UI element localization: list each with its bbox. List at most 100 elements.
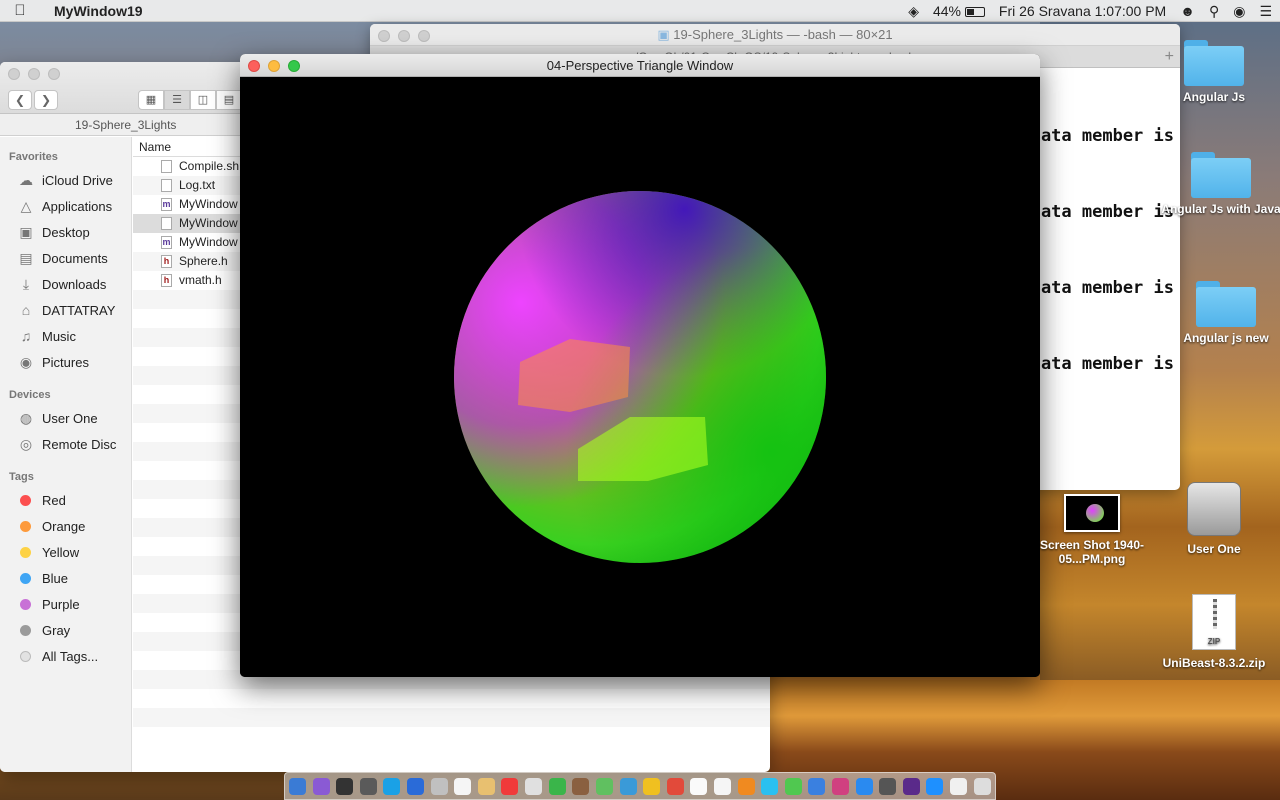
column-view-button[interactable]: ◫ [190, 90, 216, 110]
terminal-minimize-button[interactable] [398, 30, 410, 42]
sidebar-tag-all[interactable]: All Tags... [0, 643, 131, 669]
finder-zoom-button[interactable] [48, 68, 60, 80]
dock-app-icon[interactable] [595, 777, 613, 795]
sidebar-item-icloud-drive[interactable]: ☁ iCloud Drive [0, 167, 131, 193]
dock-app-icon[interactable] [312, 777, 330, 795]
dock-app-icon[interactable] [454, 777, 472, 795]
battery-percent: 44% [932, 3, 962, 19]
sidebar-tag-blue[interactable]: Blue [0, 565, 131, 591]
dock-app-icon[interactable] [477, 777, 495, 795]
terminal-line: data member is [1030, 126, 1174, 146]
dock-app-icon[interactable] [407, 777, 425, 795]
dock-app-icon[interactable] [548, 777, 566, 795]
siri-icon[interactable]: ◉ [1233, 3, 1245, 20]
sphere-green-light [454, 191, 826, 563]
list-view-button[interactable]: ☰ [164, 90, 190, 110]
dock-app-icon[interactable] [950, 777, 968, 795]
sidebar-tag-red[interactable]: Red [0, 487, 131, 513]
sidebar-tag-purple[interactable]: Purple [0, 591, 131, 617]
dock-app-icon[interactable] [855, 777, 873, 795]
lit-sphere [454, 191, 826, 563]
dock-app-icon[interactable] [973, 777, 991, 795]
forward-button[interactable]: ❯ [34, 90, 58, 110]
battery-icon [964, 7, 985, 18]
dock-app-icon[interactable] [643, 777, 661, 795]
desktop-icon-unibeast-zip[interactable]: ZIP UniBeast-8.3.2.zip [1154, 594, 1274, 670]
dock-app-icon[interactable] [359, 777, 377, 795]
sidebar-tag-yellow[interactable]: Yellow [0, 539, 131, 565]
user-icon[interactable]: ☻ [1180, 3, 1195, 19]
gl-canvas[interactable] [240, 77, 1040, 677]
minimize-button[interactable] [268, 60, 280, 72]
dock-app-icon[interactable] [784, 777, 802, 795]
dock-app-icon[interactable] [902, 777, 920, 795]
dock-app-icon[interactable] [879, 777, 897, 795]
sidebar-item-applications[interactable]: △ Applications [0, 193, 131, 219]
dock-app-icon[interactable] [808, 777, 826, 795]
sidebar-item-downloads[interactable]: ⤓ Downloads [0, 271, 131, 297]
dock-app-icon[interactable] [525, 777, 543, 795]
objc-file-icon: m [161, 236, 172, 249]
desktop-icon-angular-js[interactable]: Angular Js [1154, 40, 1274, 104]
clock[interactable]: Fri 26 Sravana 1:07:00 PM [999, 3, 1166, 19]
sidebar-item-user-one[interactable]: ◍ User One [0, 405, 131, 431]
sidebar-item-label: Downloads [42, 276, 107, 292]
dock-app-icon[interactable] [383, 777, 401, 795]
finder-sidebar: Favorites ☁ iCloud Drive △ Applications ▣ D… [0, 137, 132, 772]
folder-icon [1184, 40, 1244, 86]
empty-row [133, 689, 770, 708]
sidebar-item-music[interactable]: ♫ Music [0, 323, 131, 349]
finder-minimize-button[interactable] [28, 68, 40, 80]
back-button[interactable]: ❮ [8, 90, 32, 110]
desktop-icon-label: Angular js new [1183, 331, 1269, 345]
dock-app-icon[interactable] [690, 777, 708, 795]
tag-dot-icon [20, 546, 31, 558]
terminal-titlebar[interactable]: ▣ 19-Sphere_3Lights — -bash — 80×21 [370, 24, 1180, 46]
dock-app-icon[interactable] [666, 777, 684, 795]
sidebar-tag-orange[interactable]: Orange [0, 513, 131, 539]
notification-center-icon[interactable]: ☰ [1259, 3, 1272, 20]
desktop-icon-user-one[interactable]: User One [1154, 482, 1274, 556]
icon-view-button[interactable]: ▦ [138, 90, 164, 110]
terminal-zoom-button[interactable] [418, 30, 430, 42]
terminal-close-button[interactable] [378, 30, 390, 42]
gallery-view-button[interactable]: ▤ [216, 90, 242, 110]
dock-app-icon[interactable] [926, 777, 944, 795]
desktop-icon-angular-js-with-java[interactable]: Angular Js with Java [1161, 152, 1280, 216]
dock-app-icon[interactable] [737, 777, 755, 795]
app-name-menu[interactable]: MyWindow19 [54, 3, 143, 19]
zoom-button[interactable] [288, 60, 300, 72]
close-button[interactable] [248, 60, 260, 72]
sidebar-item-home[interactable]: ⌂ DATTATRAY [0, 297, 131, 323]
finder-close-button[interactable] [8, 68, 20, 80]
sidebar-item-label: Remote Disc [42, 436, 117, 452]
dock-app-icon[interactable] [713, 777, 731, 795]
devices-heading: Devices [9, 389, 51, 401]
sidebar-item-remote-disc[interactable]: ◎ Remote Disc [0, 431, 131, 457]
tag-dot-icon [20, 572, 31, 584]
dock-app-icon[interactable] [619, 777, 637, 795]
dock-app-icon[interactable] [430, 777, 448, 795]
wifi-icon[interactable]: ◈ [908, 3, 919, 20]
desktop-icon-screenshot[interactable]: Screen Shot 1940-05...PM.png [1032, 494, 1152, 566]
sidebar-item-documents[interactable]: ▤ Documents [0, 245, 131, 271]
dock-app-icon[interactable] [501, 777, 519, 795]
status-area: ◈ 44% Fri 26 Sravana 1:07:00 PM ☻ ⚲ ◉ ☰ [908, 0, 1272, 22]
sidebar-item-desktop[interactable]: ▣ Desktop [0, 219, 131, 245]
dock-app-icon[interactable] [832, 777, 850, 795]
battery-status[interactable]: 44% [933, 3, 985, 19]
desktop-icon-label: Angular Js with Java [1161, 202, 1280, 216]
tag-dot-icon [20, 520, 31, 532]
sidebar-tag-gray[interactable]: Gray [0, 617, 131, 643]
header-file-icon: h [161, 274, 172, 287]
gl-window-titlebar[interactable]: 04-Perspective Triangle Window [240, 54, 1040, 77]
dock-app-icon[interactable] [289, 777, 306, 795]
desktop-icon-angular-js-new[interactable]: Angular js new [1166, 281, 1280, 345]
gl-window[interactable]: 04-Perspective Triangle Window [240, 54, 1040, 677]
dock-app-icon[interactable] [761, 777, 779, 795]
sidebar-item-pictures[interactable]: ◉ Pictures [0, 349, 131, 375]
apple-menu-icon[interactable]:  [0, 2, 40, 19]
dock-app-icon[interactable] [336, 777, 354, 795]
spotlight-search-icon[interactable]: ⚲ [1209, 3, 1219, 20]
dock-app-icon[interactable] [572, 777, 590, 795]
